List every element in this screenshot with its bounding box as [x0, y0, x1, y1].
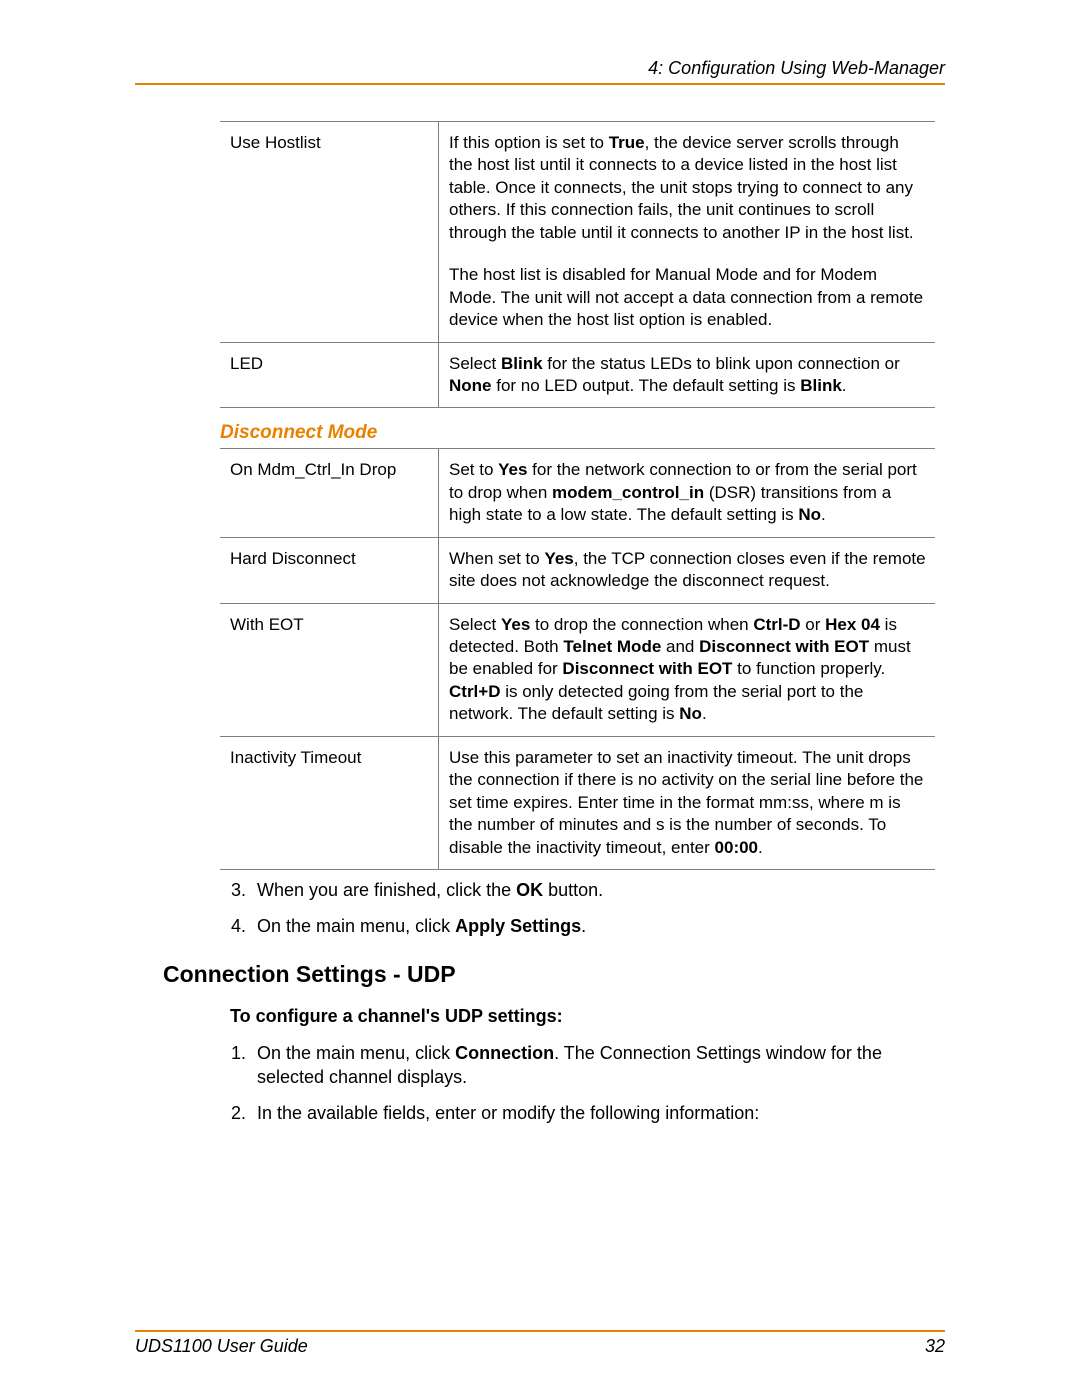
page: 4: Configuration Using Web-Manager Use H… [0, 0, 1080, 1397]
table-row: LED Select Blink for the status LEDs to … [220, 342, 935, 408]
section-heading-udp: Connection Settings - UDP [163, 961, 945, 988]
param-name: On Mdm_Ctrl_In Drop [220, 449, 439, 537]
step-2: In the available fields, enter or modify… [251, 1101, 945, 1125]
param-name: Use Hostlist [220, 122, 439, 343]
param-desc: Select Blink for the status LEDs to blin… [439, 342, 936, 408]
param-desc: Use this parameter to set an inactivity … [439, 736, 936, 869]
footer-doc-title: UDS1100 User Guide [135, 1336, 308, 1357]
param-desc: If this option is set to True, the devic… [439, 122, 936, 343]
page-header-title: 4: Configuration Using Web-Manager [135, 58, 945, 85]
step-1: On the main menu, click Connection. The … [251, 1041, 945, 1090]
param-name: Inactivity Timeout [220, 736, 439, 869]
table-row: On Mdm_Ctrl_In Drop Set to Yes for the n… [220, 449, 935, 537]
param-desc: When set to Yes, the TCP connection clos… [439, 537, 936, 603]
param-table-1: Use Hostlist If this option is set to Tr… [220, 121, 935, 408]
step-3: When you are finished, click the OK butt… [251, 878, 945, 902]
table-row: With EOT Select Yes to drop the connecti… [220, 603, 935, 736]
table-row: Hard Disconnect When set to Yes, the TCP… [220, 537, 935, 603]
footer-page-number: 32 [925, 1336, 945, 1357]
param-desc: Set to Yes for the network connection to… [439, 449, 936, 537]
table-row: Inactivity Timeout Use this parameter to… [220, 736, 935, 869]
page-footer: UDS1100 User Guide 32 [135, 1330, 945, 1357]
param-desc: Select Yes to drop the connection when C… [439, 603, 936, 736]
section-heading-disconnect-mode: Disconnect Mode [220, 422, 945, 444]
sub-heading-udp: To configure a channel's UDP settings: [230, 1006, 945, 1027]
param-name: LED [220, 342, 439, 408]
steps-list-a: When you are finished, click the OK butt… [217, 878, 945, 939]
steps-list-b: On the main menu, click Connection. The … [217, 1041, 945, 1126]
table-row: Use Hostlist If this option is set to Tr… [220, 122, 935, 343]
param-table-2: On Mdm_Ctrl_In Drop Set to Yes for the n… [220, 448, 935, 870]
param-name: Hard Disconnect [220, 537, 439, 603]
param-name: With EOT [220, 603, 439, 736]
step-4: On the main menu, click Apply Settings. [251, 914, 945, 938]
